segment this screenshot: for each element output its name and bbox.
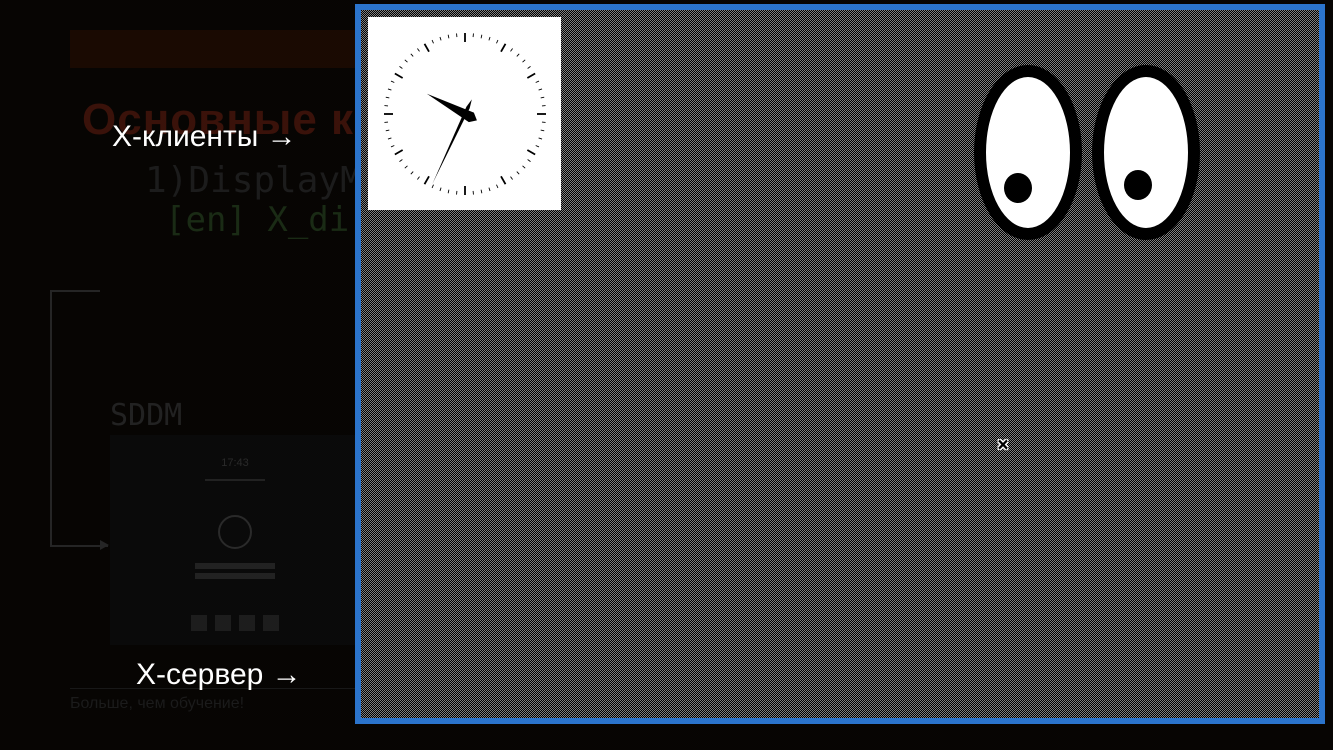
- bg-sddm-line: [195, 573, 275, 579]
- bg-sddm-label: SDDM: [110, 398, 182, 433]
- xclock-window[interactable]: [368, 17, 561, 210]
- bg-sddm-screenshot: 17:43: [110, 435, 360, 645]
- bg-list-item-1: 1)DisplayMa: [145, 160, 383, 201]
- x-cursor: ×: [997, 434, 1009, 454]
- xeyes-right-pupil: [1124, 170, 1152, 200]
- label-x-server: X-сервер →: [136, 658, 302, 692]
- bg-list-item-2: [en] X_di: [165, 200, 349, 240]
- xeyes-left-pupil: [1004, 173, 1032, 203]
- label-x-clients: X-клиенты →: [112, 120, 297, 154]
- connector-line: [50, 290, 54, 545]
- bg-sddm-line: [195, 563, 275, 569]
- xeyes-right-eye: [1092, 65, 1200, 240]
- bg-sddm-avatar: [218, 515, 252, 549]
- bg-sddm-icons: [191, 615, 279, 631]
- connector-line: [50, 290, 100, 294]
- bg-sddm-time: 17:43: [221, 457, 249, 469]
- xeyes-left-eye: [974, 65, 1082, 240]
- bg-footer: Больше, чем обучение!: [70, 695, 244, 713]
- x-server-window[interactable]: ×: [355, 4, 1325, 724]
- connector-arrow: [100, 540, 109, 550]
- clock-face: [375, 24, 555, 204]
- bg-sddm-line: [205, 479, 265, 481]
- xeyes-window[interactable]: [974, 65, 1214, 260]
